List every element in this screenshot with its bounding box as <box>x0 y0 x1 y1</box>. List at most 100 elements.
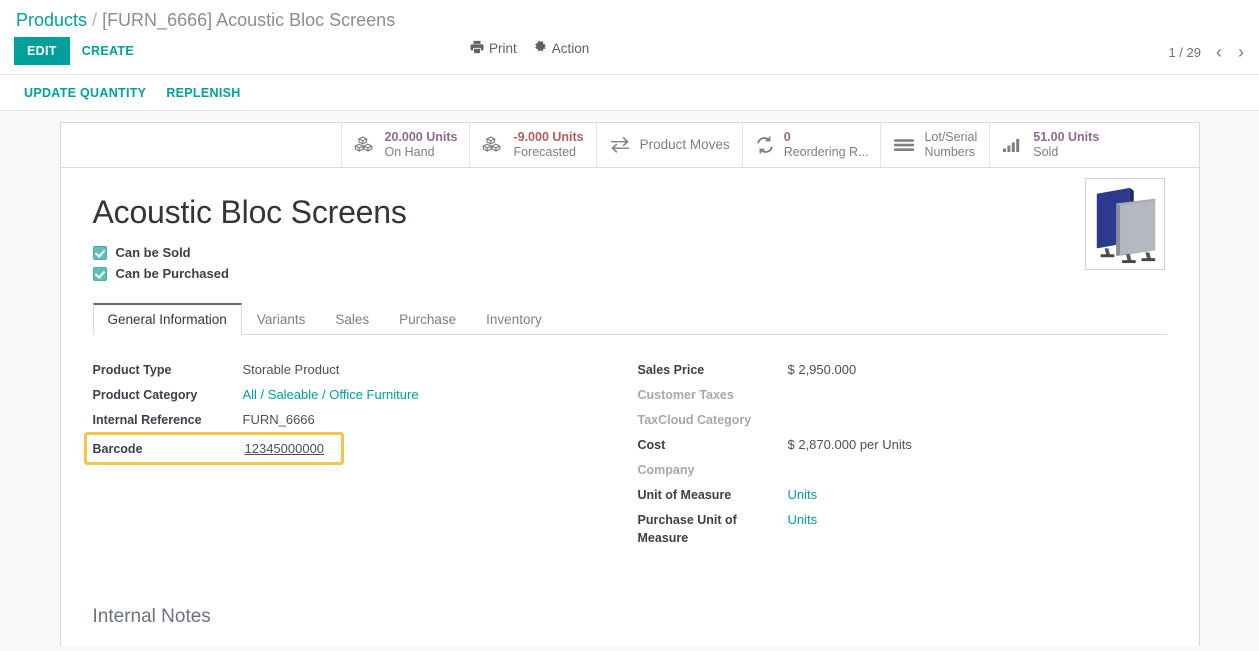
field-label-customer-taxes: Customer Taxes <box>637 388 734 402</box>
tab-sales[interactable]: Sales <box>320 303 384 335</box>
field-value-purchase-unit-of-measure[interactable]: Units <box>788 508 818 530</box>
stat-text: Lot/Serial Numbers <box>924 130 977 160</box>
can-be-purchased-checkbox[interactable] <box>92 266 107 281</box>
acoustic-screens-illustration <box>1088 182 1161 266</box>
stat-value-forecasted: -9.000 Units <box>513 130 584 145</box>
stat-button-bar: 20.000 Units On Hand -9.000 Units Foreca… <box>60 123 1199 168</box>
field-barcode-highlighted: Barcode 12345000000 <box>83 432 344 465</box>
stat-button-product-moves[interactable]: Product Moves <box>596 123 743 167</box>
bar-chart-icon <box>1002 136 1024 154</box>
field-value-sales-price[interactable]: $ 2,950.000 <box>788 358 857 380</box>
stat-label-product-moves: Product Moves <box>639 137 730 153</box>
pager-previous-button[interactable]: ‹ <box>1209 41 1229 63</box>
update-quantity-button[interactable]: UPDATE QUANTITY <box>14 80 156 106</box>
product-form-sheet: 20.000 Units On Hand -9.000 Units Foreca… <box>59 122 1200 646</box>
notebook-tabs: General Information Variants Sales Purch… <box>92 303 1167 335</box>
stat-button-sold[interactable]: 51.00 Units Sold <box>990 123 1112 167</box>
field-customer-taxes: Customer Taxes <box>638 382 1167 407</box>
field-taxcloud-category: TaxCloud Category <box>638 407 1167 432</box>
field-product-type: Product Type Storable Product <box>93 357 610 382</box>
stat-label-forecasted: Forecasted <box>513 145 576 159</box>
field-label-unit-of-measure: Unit of Measure <box>637 488 732 502</box>
product-image-canvas <box>1088 182 1161 266</box>
pager: 1 / 29 ‹ › <box>1162 41 1251 63</box>
field-value-product-category[interactable]: All / Saleable / Office Furniture <box>243 383 419 405</box>
field-label-product-type: Product Type <box>92 363 172 377</box>
field-column-left: Product Type Storable Product Product Ca… <box>83 357 630 548</box>
field-company: Company <box>638 457 1167 482</box>
field-value-internal-reference[interactable]: FURN_6666 <box>243 408 315 430</box>
control-panel: Products / [FURN_6666] Acoustic Bloc Scree… <box>0 0 1259 75</box>
field-internal-reference: Internal Reference FURN_6666 <box>93 407 610 432</box>
action-menu[interactable]: Action <box>533 40 590 57</box>
field-label-company: Company <box>637 463 695 477</box>
exchange-icon <box>609 136 631 154</box>
edit-button[interactable]: EDIT <box>14 37 70 65</box>
record-action-buttons: EDIT CREATE <box>14 37 146 65</box>
field-value-cost[interactable]: $ 2,870.000 per Units <box>788 433 912 455</box>
internal-notes-heading: Internal Notes <box>92 606 211 628</box>
can-be-purchased-label: Can be Purchased <box>115 266 229 281</box>
control-panel-buttons: EDIT CREATE Print Action 1 / 29 ‹ › <box>0 34 1259 74</box>
stat-button-on-hand[interactable]: 20.000 Units On Hand <box>341 123 471 167</box>
field-value-product-type[interactable]: Storable Product <box>243 358 340 380</box>
stat-label-on-hand: On Hand <box>384 145 435 159</box>
stat-button-reordering-rules[interactable]: 0 Reordering R... <box>742 123 882 167</box>
can-be-purchased-row[interactable]: Can be Purchased <box>92 266 1167 281</box>
stat-text: 0 Reordering R... <box>784 130 869 160</box>
field-column-right: Sales Price $ 2,950.000 Customer Taxes T… <box>630 357 1167 548</box>
breadcrumb-root-link[interactable]: Products <box>16 10 87 30</box>
field-cost: Cost $ 2,870.000 per Units <box>638 432 1167 457</box>
field-value-cost-suffix: per Units <box>859 437 912 452</box>
replenish-button[interactable]: REPLENISH <box>156 80 250 106</box>
gear-icon <box>533 40 547 57</box>
print-label: Print <box>489 41 517 56</box>
form-body: Acoustic Bloc Screens Can be Sold Can be… <box>61 168 1199 628</box>
can-be-sold-checkbox[interactable] <box>92 245 107 260</box>
stat-label-reordering: Reordering R... <box>783 145 869 159</box>
page-title: Acoustic Bloc Screens <box>92 194 407 230</box>
tab-purchase[interactable]: Purchase <box>384 303 471 335</box>
stat-bar-spacer <box>61 123 342 167</box>
create-button[interactable]: CREATE <box>70 37 146 65</box>
breadcrumb: Products / [FURN_6666] Acoustic Bloc Scree… <box>0 0 1259 34</box>
printer-icon <box>470 40 484 57</box>
refresh-icon <box>755 136 775 154</box>
can-be-sold-label: Can be Sold <box>115 245 191 260</box>
can-be-sold-row[interactable]: Can be Sold <box>92 245 1167 260</box>
field-label-purchase-unit-of-measure: Purchase Unit of Measure <box>637 513 737 546</box>
action-label: Action <box>551 41 590 56</box>
stat-text: -9.000 Units Forecasted <box>513 130 583 160</box>
field-value-cost-amount: $ 2,870.000 <box>787 437 857 452</box>
form-background: 20.000 Units On Hand -9.000 Units Foreca… <box>0 111 1259 646</box>
field-purchase-unit-of-measure: Purchase Unit of Measure Units <box>638 507 1167 548</box>
bars-icon <box>893 136 915 154</box>
breadcrumb-separator: / <box>92 10 98 30</box>
field-sales-price: Sales Price $ 2,950.000 <box>638 357 1167 382</box>
stat-label-lot-serial-line1: Lot/Serial <box>924 130 978 145</box>
print-menu[interactable]: Print <box>470 40 517 57</box>
cubes-icon <box>353 136 376 154</box>
stat-button-lot-serial-numbers[interactable]: Lot/Serial Numbers <box>881 123 991 167</box>
pager-count: 1 / 29 <box>1168 44 1201 60</box>
field-value-barcode[interactable]: 12345000000 <box>245 437 325 459</box>
product-image[interactable] <box>1084 178 1165 270</box>
tab-variants[interactable]: Variants <box>242 303 321 335</box>
stat-text: 51.00 Units Sold <box>1033 130 1099 160</box>
stat-button-forecasted[interactable]: -9.000 Units Forecasted <box>470 123 597 167</box>
tab-inventory[interactable]: Inventory <box>471 303 557 335</box>
stat-label-sold: Sold <box>1033 145 1059 159</box>
stat-value-sold: 51.00 Units <box>1033 130 1100 145</box>
pager-next-button[interactable]: › <box>1231 41 1251 63</box>
stat-text: 20.000 Units On Hand <box>385 130 458 160</box>
field-product-category: Product Category All / Saleable / Office… <box>93 382 610 407</box>
stat-value-reordering: 0 <box>783 130 791 145</box>
field-value-unit-of-measure[interactable]: Units <box>788 483 818 505</box>
field-label-sales-price: Sales Price <box>637 363 705 377</box>
stat-label-lot-serial-line2: Numbers <box>924 145 976 159</box>
tab-general-information[interactable]: General Information <box>92 303 242 335</box>
field-label-barcode: Barcode <box>92 442 143 456</box>
breadcrumb-current: [FURN_6666] Acoustic Bloc Screens <box>102 10 396 30</box>
field-unit-of-measure: Unit of Measure Units <box>638 482 1167 507</box>
field-label-internal-reference: Internal Reference <box>92 413 202 427</box>
